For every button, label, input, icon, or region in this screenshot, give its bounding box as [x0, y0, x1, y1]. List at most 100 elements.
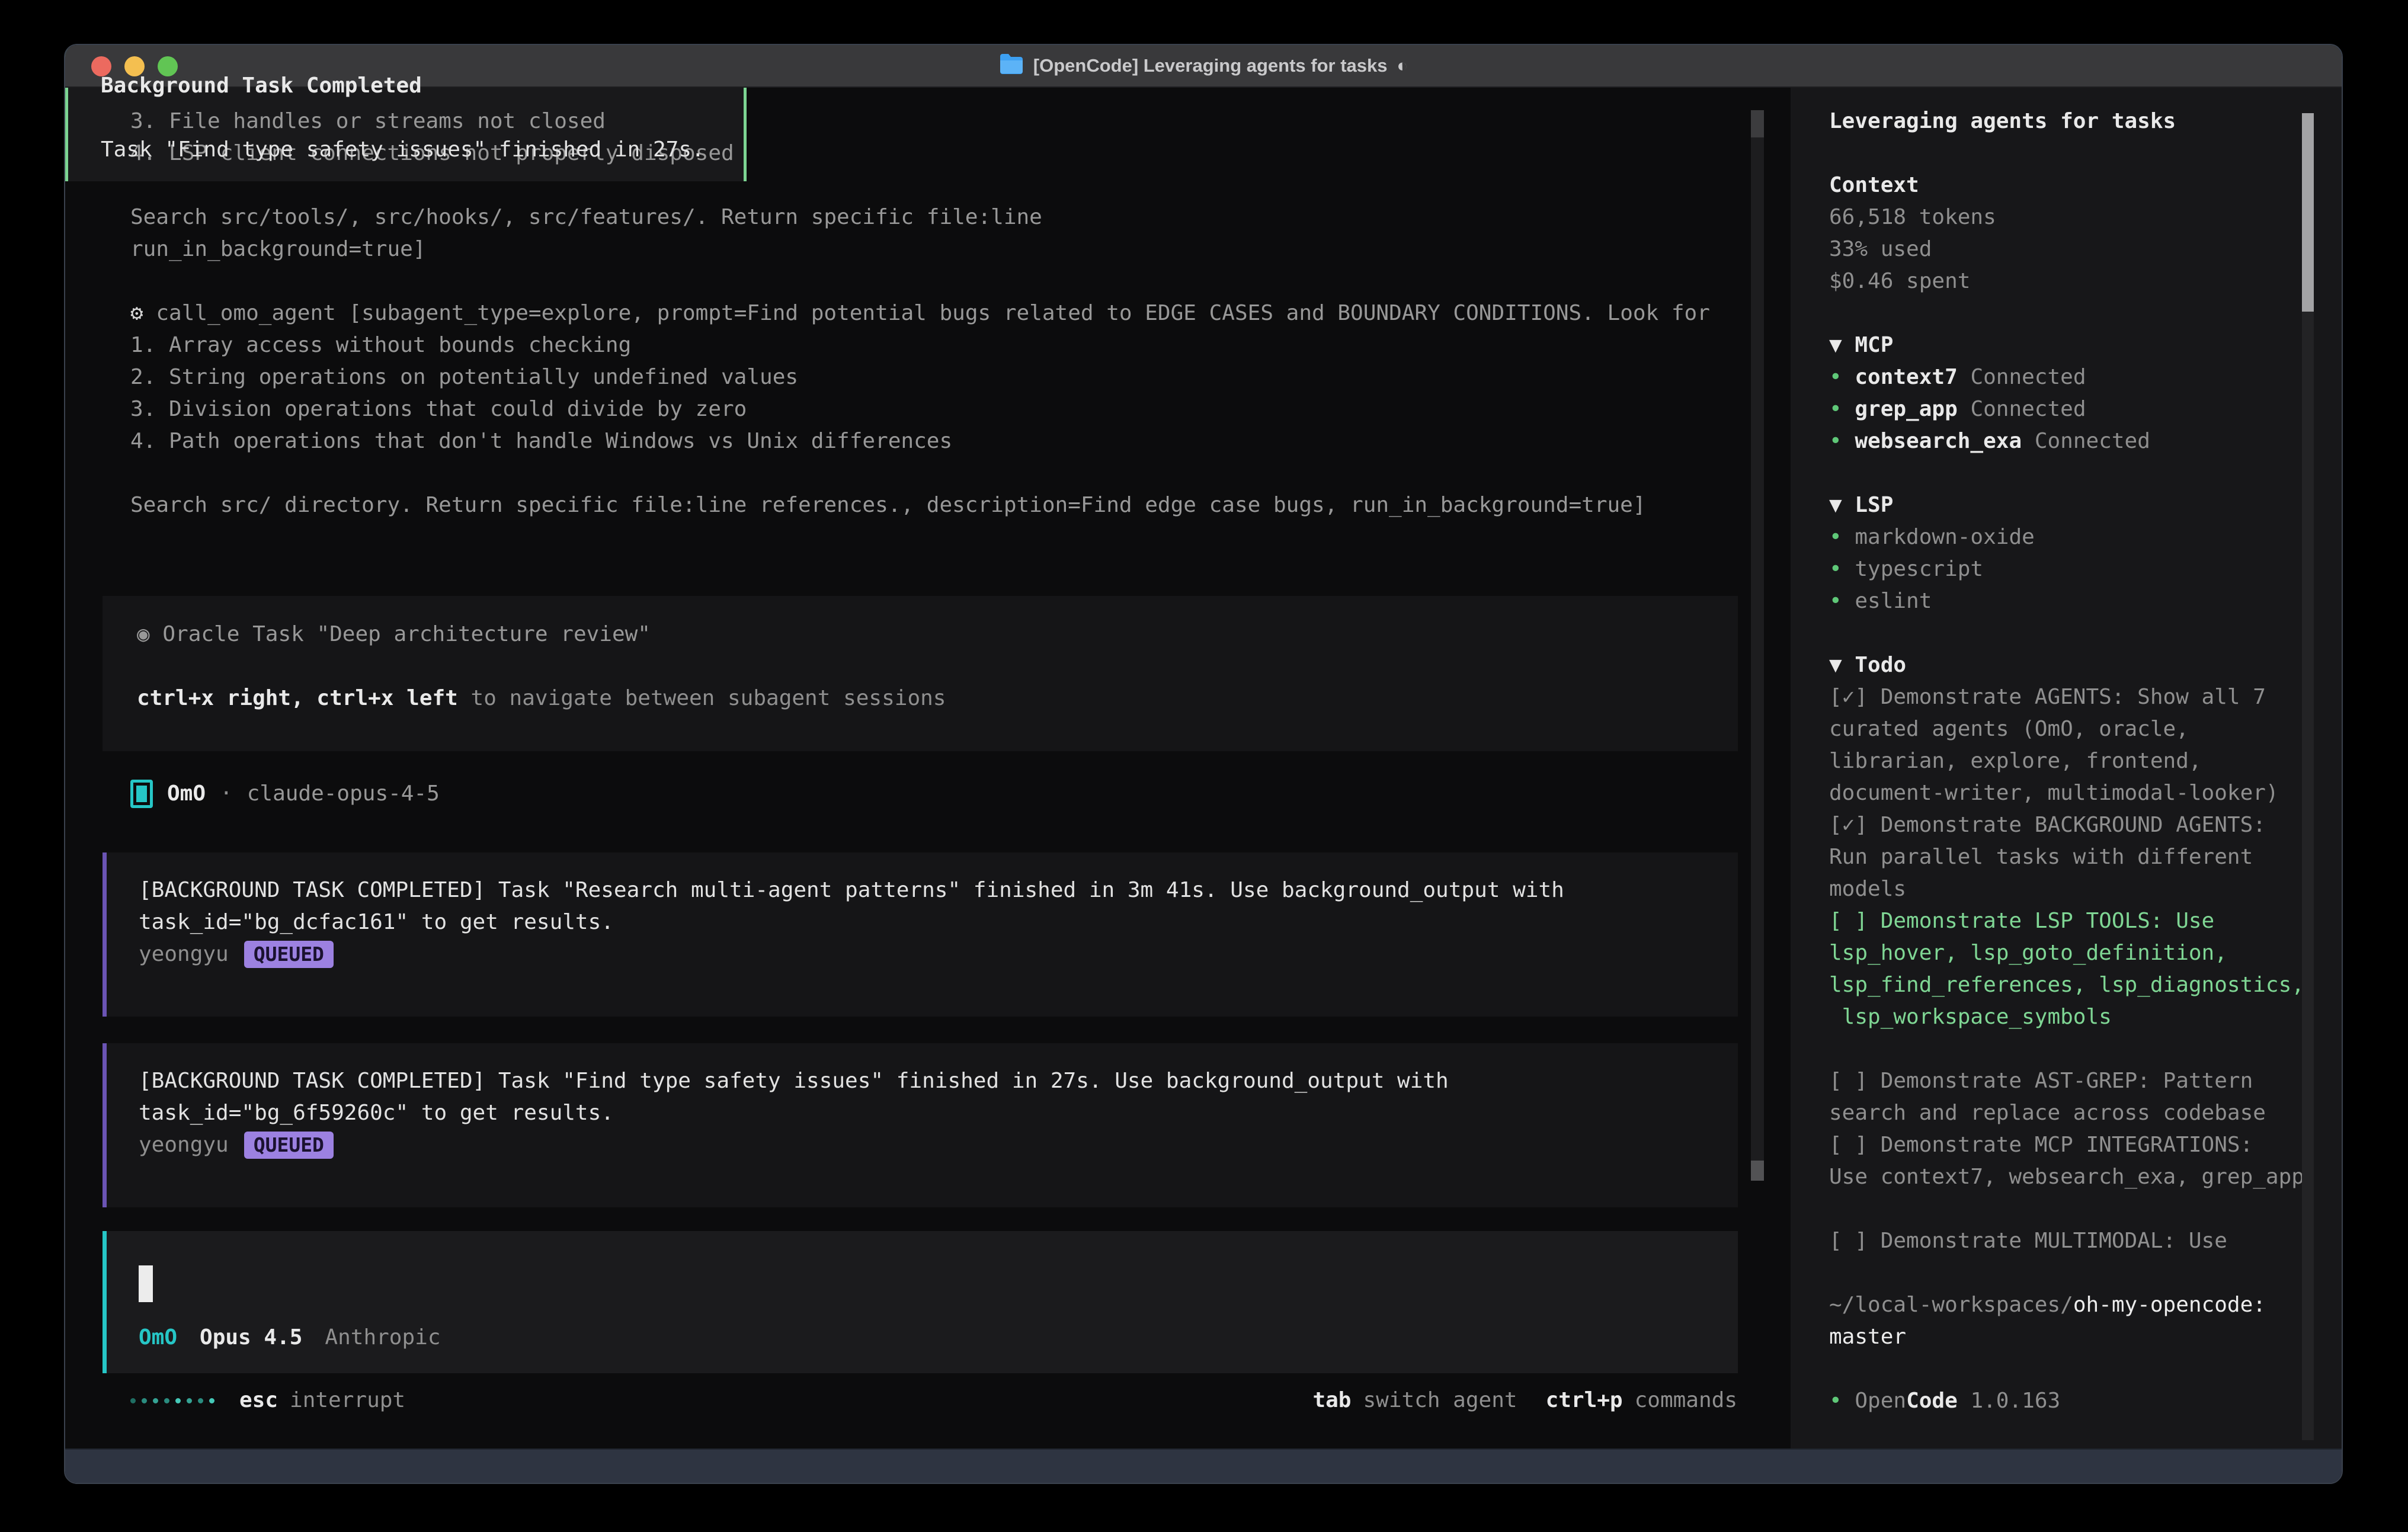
lsp-item: • typescript: [1829, 553, 2303, 585]
todo-item-done: librarian, explore, frontend,: [1829, 745, 2303, 777]
window-title-group: [OpenCode] Leveraging agents for tasks ◐: [999, 53, 1408, 79]
notification-title: Background Task Completed: [101, 70, 744, 102]
sidebar: Leveraging agents for tasks Context 66,5…: [1791, 88, 2343, 1448]
version-number: 1.0.163: [1970, 1389, 2060, 1413]
terminal-window: [OpenCode] Leveraging agents for tasks ◐…: [64, 44, 2343, 1484]
todo-item-active: [ ] Demonstrate LSP TOOLS: Use: [1829, 905, 2303, 937]
scrollback-line: Search src/tools/, src/hooks/, src/featu…: [130, 201, 1754, 233]
mcp-item-name: grep_app: [1855, 397, 1957, 421]
text-cursor: [139, 1265, 153, 1302]
agent-name: OmO: [167, 778, 206, 810]
ctrlp-key-hint: ctrl+p: [1546, 1384, 1623, 1416]
spinner-dots: [130, 1398, 214, 1403]
lsp-item-name: markdown-oxide: [1855, 525, 2034, 549]
mcp-item: • websearch_exa Connected: [1829, 425, 2303, 457]
main-scrollbar[interactable]: [1751, 110, 1764, 1181]
message-footer: yeongyu QUEUED: [139, 938, 1738, 970]
sidebar-scrollbar[interactable]: [2302, 113, 2314, 1440]
message-block: [BACKGROUND TASK COMPLETED] Task "Find t…: [103, 1043, 1738, 1207]
context-used: 33% used: [1829, 233, 2303, 265]
oracle-task-title: Oracle Task "Deep architecture review": [162, 622, 651, 646]
mcp-item-status: Connected: [2035, 429, 2150, 453]
tab-key-hint: tab: [1312, 1384, 1351, 1416]
todo-item-done: models: [1829, 873, 2303, 905]
mcp-item: • context7 Connected: [1829, 361, 2303, 393]
mcp-section-header[interactable]: ▼ MCP: [1829, 329, 2303, 361]
oracle-task-hint: ctrl+x right, ctrl+x left to navigate be…: [137, 682, 1738, 714]
mcp-item-name: context7: [1855, 365, 1957, 389]
tool-call-tail: Search src/ directory. Return specific f…: [130, 489, 1754, 521]
todo-item-active: lsp_hover, lsp_goto_definition,: [1829, 937, 2303, 969]
session-title: Leveraging agents for tasks: [1829, 105, 2303, 137]
scrollback: 3. File handles or streams not closed 4.…: [130, 105, 1754, 521]
message-block: [BACKGROUND TASK COMPLETED] Task "Resear…: [103, 852, 1738, 1017]
todo-item-pending: [ ] Demonstrate MULTIMODAL: Use: [1829, 1225, 2303, 1257]
window-title: [OpenCode] Leveraging agents for tasks: [1033, 55, 1388, 76]
message-author: yeongyu: [139, 938, 229, 970]
todo-item-pending: [ ] Demonstrate AST-GREP: Pattern: [1829, 1065, 2303, 1097]
tool-call-item: 2. String operations on potentially unde…: [130, 361, 1754, 393]
tool-call-item: 3. Division operations that could divide…: [130, 393, 1754, 425]
todo-item-active: lsp_find_references, lsp_diagnostics,: [1829, 969, 2303, 1001]
status-bar: esc interrupt tab switch agent ctrl+p co…: [130, 1384, 1737, 1416]
version-name-bold: Code: [1906, 1389, 1958, 1413]
prompt-input[interactable]: OmO Opus 4.5 Anthropic: [103, 1231, 1738, 1373]
mcp-item-status: Connected: [1970, 365, 2086, 389]
message-line: task_id="bg_dcfac161" to get results.: [139, 906, 1738, 938]
lsp-section-header[interactable]: ▼ LSP: [1829, 489, 2303, 521]
bullet-icon: •: [1829, 365, 1855, 389]
message-line: task_id="bg_6f59260c" to get results.: [139, 1097, 1738, 1129]
status-left: esc interrupt: [130, 1384, 405, 1416]
context-tokens: 66,518 tokens: [1829, 201, 2303, 233]
esc-key-hint: esc: [239, 1384, 278, 1416]
todo-item-pending: Use context7, websearch_exa, grep_app: [1829, 1161, 2303, 1193]
bullet-icon: •: [1829, 429, 1855, 453]
main-scrollbar-thumb-top[interactable]: [1751, 110, 1764, 137]
todo-item-done: curated agents (OmO, oracle,: [1829, 713, 2303, 745]
sidebar-content: Leveraging agents for tasks Context 66,5…: [1829, 105, 2303, 1417]
chevron-down-icon: ▼: [1829, 333, 1842, 357]
oracle-task-title-line: ◉ Oracle Task "Deep architecture review": [137, 618, 1738, 650]
chevron-down-icon: ▼: [1829, 653, 1842, 677]
oracle-hint-rest: to navigate between subagent sessions: [458, 686, 946, 710]
agent-header: OmO · claude-opus-4-5: [130, 777, 440, 811]
todo-section-header[interactable]: ▼ Todo: [1829, 649, 2303, 681]
mcp-item-status: Connected: [1970, 397, 2086, 421]
bullet-icon: •: [1829, 397, 1855, 421]
sidebar-scrollbar-thumb[interactable]: [2302, 113, 2314, 312]
mcp-item: • grep_app Connected: [1829, 393, 2303, 425]
scrollback-line: run_in_background=true]: [130, 233, 1754, 265]
status-badge: QUEUED: [244, 1132, 334, 1159]
window-bottom-bar: [65, 1448, 2342, 1483]
todo-item-done: Run parallel tasks with different: [1829, 841, 2303, 873]
status-badge: QUEUED: [244, 941, 334, 968]
main-scrollbar-thumb[interactable]: [1751, 1161, 1764, 1181]
input-provider-name: Anthropic: [325, 1322, 440, 1354]
ctrlp-key-label: commands: [1635, 1384, 1737, 1416]
oracle-task-box: ◉ Oracle Task "Deep architecture review"…: [103, 596, 1738, 751]
lsp-item: • markdown-oxide: [1829, 521, 2303, 553]
lsp-item-name: eslint: [1855, 589, 1932, 613]
fisheye-icon: ◉: [137, 622, 150, 646]
window-title-progress-icon: ◐: [1397, 55, 1408, 76]
scrollback-line: 3. File handles or streams not closed: [130, 105, 1754, 137]
todo-item-done: document-writer, multimodal-looker): [1829, 777, 2303, 809]
oracle-hint-keys: ctrl+x right, ctrl+x left: [137, 686, 458, 710]
context-heading: Context: [1829, 169, 2303, 201]
esc-key-label: interrupt: [290, 1384, 405, 1416]
bullet-icon: •: [1829, 589, 1855, 613]
notification-body: Task "Find type safety issues" finished …: [101, 134, 744, 166]
todo-item-pending: search and replace across codebase: [1829, 1097, 2303, 1129]
input-agent-name: OmO: [139, 1322, 177, 1354]
workspace-branch: master: [1829, 1321, 2303, 1353]
message-author: yeongyu: [139, 1129, 229, 1161]
version-row: • OpenCode 1.0.163: [1829, 1385, 2303, 1417]
agent-model: claude-opus-4-5: [247, 778, 440, 810]
status-right: tab switch agent ctrl+p commands: [1312, 1384, 1737, 1416]
tool-call-line: ⚙ call_omo_agent [subagent_type=explore,…: [130, 297, 1754, 329]
todo-item-active: lsp_workspace_symbols: [1829, 1001, 2303, 1033]
folder-icon: [999, 53, 1024, 79]
context-spent: $0.46 spent: [1829, 265, 2303, 297]
lsp-item: • eslint: [1829, 585, 2303, 617]
input-model-name: Opus 4.5: [200, 1322, 302, 1354]
